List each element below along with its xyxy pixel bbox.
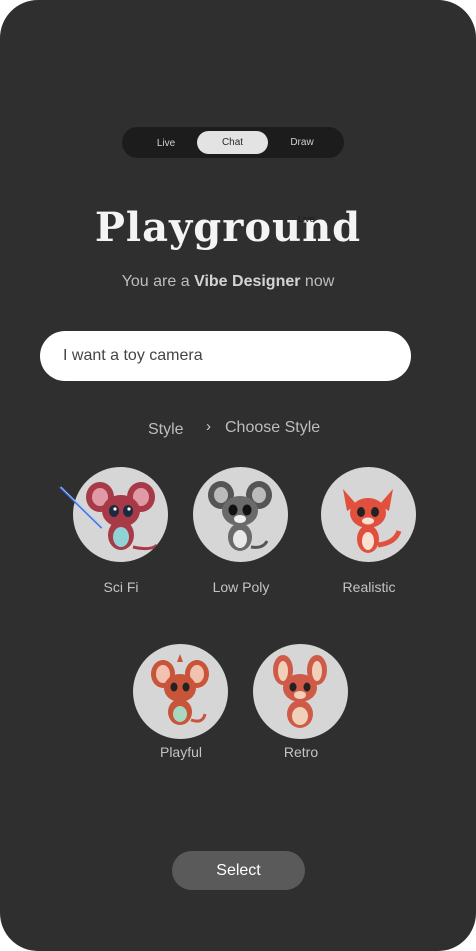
title-live-label: Live [298, 214, 315, 224]
select-button[interactable]: Select [172, 851, 305, 890]
subtitle-role: Vibe Designer [194, 273, 301, 290]
style-option-label: Low Poly [212, 579, 270, 595]
tab-chat[interactable]: Chat [197, 131, 268, 154]
playful-mouse-icon [133, 644, 228, 739]
style-label: Style [148, 421, 184, 438]
style-option-label: Playful [159, 744, 203, 760]
choose-style-link[interactable]: Choose Style [225, 419, 320, 437]
prompt-input[interactable] [40, 331, 411, 381]
style-option-sci-fi[interactable]: Sci Fi [73, 467, 168, 595]
chevron-right-icon: › [206, 418, 211, 435]
app-screen: Live Chat Draw Playground Live You are a… [0, 0, 476, 951]
subtitle-prefix: You are a [121, 273, 195, 290]
style-option-playful[interactable]: Playful [133, 644, 228, 760]
tab-draw[interactable]: Draw [274, 131, 330, 154]
style-option-retro[interactable]: Retro [253, 644, 348, 760]
mode-tab-bar: Live Chat Draw [122, 127, 344, 158]
style-option-low-poly[interactable]: Low Poly [193, 467, 288, 595]
style-option-label: Retro [283, 744, 319, 760]
subtitle-suffix: now [300, 273, 335, 290]
subtitle: You are a Vibe Designer now [0, 273, 456, 291]
retro-kangaroo-icon [253, 644, 348, 739]
style-option-realistic[interactable]: Realistic [321, 467, 416, 595]
sci-fi-mouse-icon [73, 467, 168, 562]
style-option-label: Realistic [342, 579, 396, 595]
tab-live[interactable]: Live [142, 132, 190, 155]
page-title: Playground [94, 204, 362, 251]
style-option-label: Sci Fi [103, 579, 139, 595]
low-poly-mouse-icon [193, 467, 288, 562]
realistic-fox-icon [321, 467, 416, 562]
